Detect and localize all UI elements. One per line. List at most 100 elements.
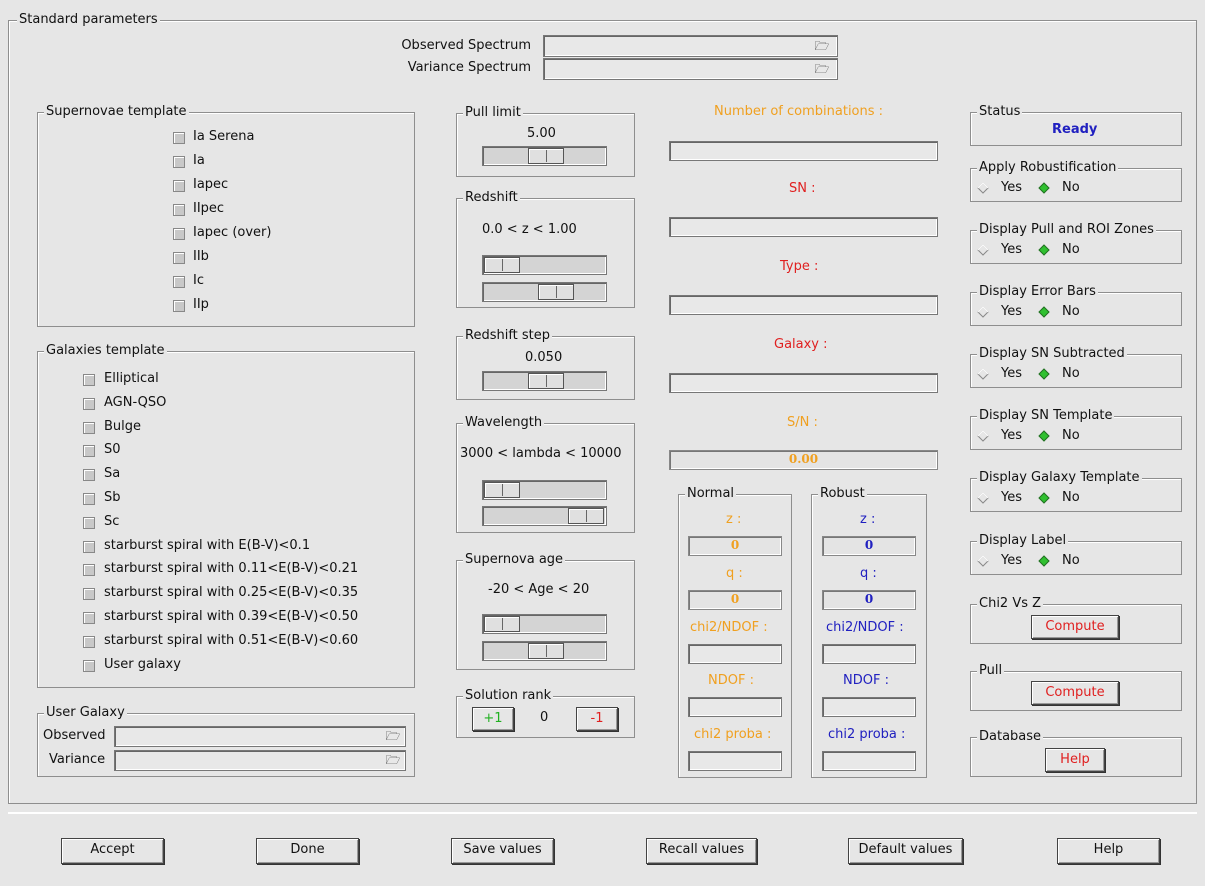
template-checkbox[interactable] xyxy=(173,300,185,312)
done-button[interactable]: Done xyxy=(256,838,359,864)
redshift-step-slider[interactable] xyxy=(482,371,607,391)
slider-thumb[interactable] xyxy=(484,257,520,273)
radio-yes-icon[interactable] xyxy=(977,182,989,194)
template-checkbox[interactable] xyxy=(83,493,95,505)
user-variance-input[interactable] xyxy=(114,750,406,771)
template-item-label[interactable]: starburst spiral with 0.25<E(B-V)<0.35 xyxy=(104,585,358,601)
template-item-label[interactable]: Sa xyxy=(104,466,120,482)
wavelength-max-slider[interactable] xyxy=(482,506,607,526)
pull-compute-button[interactable]: Compute xyxy=(1031,681,1119,705)
slider-thumb[interactable] xyxy=(484,482,520,498)
observed-spectrum-input[interactable] xyxy=(543,35,838,57)
template-checkbox[interactable] xyxy=(173,180,185,192)
accept-button[interactable]: Accept xyxy=(61,838,164,864)
template-item-label[interactable]: User galaxy xyxy=(104,657,181,673)
rank-plus-button[interactable]: +1 xyxy=(472,707,514,731)
help-button[interactable]: Help xyxy=(1057,838,1160,864)
radio-no-label[interactable]: No xyxy=(1062,180,1080,196)
template-item-label[interactable]: Iapec xyxy=(193,177,228,193)
chi2vsz-compute-button[interactable]: Compute xyxy=(1031,615,1119,639)
template-checkbox[interactable] xyxy=(173,276,185,288)
template-checkbox[interactable] xyxy=(173,204,185,216)
template-checkbox[interactable] xyxy=(83,588,95,601)
default-values-button[interactable]: Default values xyxy=(848,838,963,864)
template-checkbox[interactable] xyxy=(83,540,95,553)
template-item-label[interactable]: Sc xyxy=(104,514,119,530)
template-item-label[interactable]: starburst spiral with 0.39<E(B-V)<0.50 xyxy=(104,609,358,625)
radio-yes-label[interactable]: Yes xyxy=(1001,490,1022,506)
template-item-label[interactable]: Bulge xyxy=(104,419,141,435)
template-checkbox[interactable] xyxy=(83,374,95,386)
radio-no-icon[interactable] xyxy=(1038,555,1050,567)
slider-thumb[interactable] xyxy=(484,616,520,632)
user-observed-input[interactable] xyxy=(114,726,406,747)
template-checkbox[interactable] xyxy=(83,659,95,672)
redshift-max-slider[interactable] xyxy=(482,282,607,302)
template-checkbox[interactable] xyxy=(173,252,185,264)
radio-yes-label[interactable]: Yes xyxy=(1001,242,1022,258)
radio-yes-label[interactable]: Yes xyxy=(1001,366,1022,382)
template-item-label[interactable]: starburst spiral with 0.11<E(B-V)<0.21 xyxy=(104,561,358,577)
radio-yes-icon[interactable] xyxy=(977,492,989,504)
template-item-label[interactable]: IIp xyxy=(193,297,209,313)
radio-no-label[interactable]: No xyxy=(1062,242,1080,258)
radio-no-label[interactable]: No xyxy=(1062,490,1080,506)
template-checkbox[interactable] xyxy=(173,132,185,144)
radio-yes-icon[interactable] xyxy=(977,430,989,442)
template-item-label[interactable]: starburst spiral with E(B-V)<0.1 xyxy=(104,538,310,554)
radio-no-label[interactable]: No xyxy=(1062,366,1080,382)
age-min-slider[interactable] xyxy=(482,614,607,634)
radio-yes-icon[interactable] xyxy=(977,306,989,318)
template-item-label[interactable]: S0 xyxy=(104,442,121,458)
template-item-label[interactable]: AGN-QSO xyxy=(104,395,166,411)
template-item-label[interactable]: IIpec xyxy=(193,201,224,217)
database-help-button[interactable]: Help xyxy=(1045,748,1105,772)
radio-yes-icon[interactable] xyxy=(977,244,989,256)
template-checkbox[interactable] xyxy=(83,564,95,577)
template-item-label[interactable]: Sb xyxy=(104,490,121,506)
slider-thumb[interactable] xyxy=(528,373,564,389)
folder-icon[interactable]: 🗁 xyxy=(814,63,830,75)
template-item-label[interactable]: Iapec (over) xyxy=(193,225,271,241)
redshift-min-slider[interactable] xyxy=(482,255,607,275)
slider-thumb[interactable] xyxy=(568,508,604,524)
template-checkbox[interactable] xyxy=(83,516,95,529)
radio-yes-label[interactable]: Yes xyxy=(1001,428,1022,444)
radio-no-icon[interactable] xyxy=(1038,306,1050,318)
radio-no-icon[interactable] xyxy=(1038,182,1050,194)
template-checkbox[interactable] xyxy=(173,228,185,240)
template-item-label[interactable]: Ic xyxy=(193,273,204,289)
folder-icon[interactable]: 🗁 xyxy=(385,730,401,742)
template-checkbox[interactable] xyxy=(83,421,95,434)
rank-minus-button[interactable]: -1 xyxy=(576,707,618,731)
radio-no-label[interactable]: No xyxy=(1062,304,1080,320)
template-checkbox[interactable] xyxy=(83,635,95,648)
radio-yes-icon[interactable] xyxy=(977,555,989,567)
slider-thumb[interactable] xyxy=(528,643,564,659)
slider-thumb[interactable] xyxy=(538,284,574,300)
slider-thumb[interactable] xyxy=(528,148,564,164)
recall-values-button[interactable]: Recall values xyxy=(646,838,757,864)
radio-no-label[interactable]: No xyxy=(1062,553,1080,569)
radio-yes-label[interactable]: Yes xyxy=(1001,180,1022,196)
radio-yes-label[interactable]: Yes xyxy=(1001,304,1022,320)
template-item-label[interactable]: IIb xyxy=(193,249,209,265)
radio-no-icon[interactable] xyxy=(1038,368,1050,380)
template-checkbox[interactable] xyxy=(83,445,95,458)
wavelength-min-slider[interactable] xyxy=(482,480,607,500)
save-values-button[interactable]: Save values xyxy=(451,838,554,864)
radio-no-icon[interactable] xyxy=(1038,492,1050,504)
folder-icon[interactable]: 🗁 xyxy=(814,40,830,52)
template-item-label[interactable]: Ia xyxy=(193,153,205,169)
radio-no-icon[interactable] xyxy=(1038,244,1050,256)
template-item-label[interactable]: Elliptical xyxy=(104,371,159,387)
template-item-label[interactable]: starburst spiral with 0.51<E(B-V)<0.60 xyxy=(104,633,358,649)
radio-no-icon[interactable] xyxy=(1038,430,1050,442)
variance-spectrum-input[interactable] xyxy=(543,58,838,80)
folder-icon[interactable]: 🗁 xyxy=(385,754,401,766)
pull-limit-slider[interactable] xyxy=(482,146,607,166)
template-checkbox[interactable] xyxy=(173,156,185,168)
template-checkbox[interactable] xyxy=(83,397,95,410)
template-checkbox[interactable] xyxy=(83,469,95,482)
radio-yes-label[interactable]: Yes xyxy=(1001,553,1022,569)
